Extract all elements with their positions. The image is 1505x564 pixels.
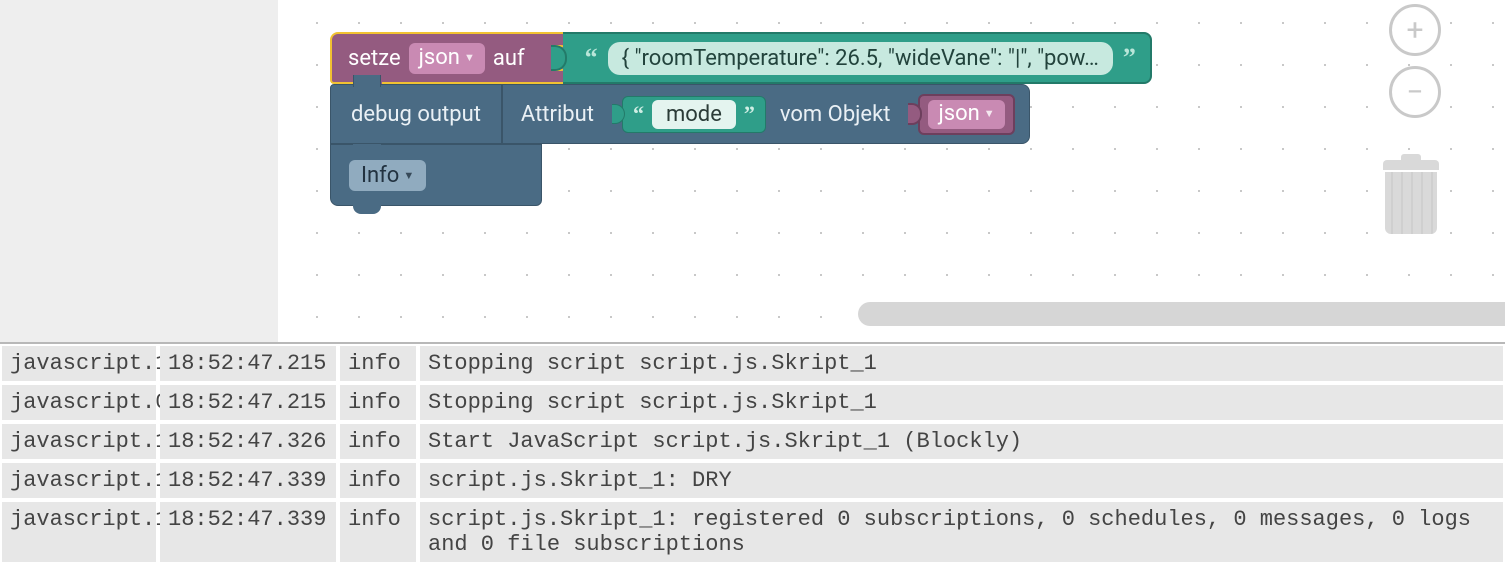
log-level: info xyxy=(340,502,416,562)
set-variable-block[interactable]: setze json ▼ auf “ { "roomTemperature": … xyxy=(330,32,1152,84)
quote-open-icon: “ xyxy=(633,101,644,127)
trash-icon xyxy=(1383,160,1439,170)
zoom-in-button[interactable]: + xyxy=(1389,4,1441,56)
zoom-out-button[interactable]: − xyxy=(1389,66,1441,118)
debug-label: debug output xyxy=(351,102,481,127)
quote-close-icon: ” xyxy=(1123,43,1136,73)
log-source: javascript.1 xyxy=(2,346,156,381)
log-message: script.js.Skript_1: DRY xyxy=(420,463,1503,498)
trash-icon xyxy=(1385,172,1437,234)
toolbox-sidebar[interactable] xyxy=(0,0,278,342)
quote-open-icon: “ xyxy=(585,43,598,73)
chevron-down-icon: ▼ xyxy=(984,107,995,120)
log-row: javascript.1 18:52:47.339 info script.js… xyxy=(0,500,1505,564)
plus-icon: + xyxy=(1406,13,1423,48)
log-source: javascript.1 xyxy=(2,502,156,562)
log-row: javascript.1 18:52:47.215 info Stopping … xyxy=(0,344,1505,383)
attribute-label: Attribut xyxy=(521,102,594,127)
log-message: Start JavaScript script.js.Skript_1 (Blo… xyxy=(420,424,1503,459)
debug-output-block[interactable]: debug output Attribut “ mode ” vom Objek… xyxy=(330,84,1152,144)
log-level-dropdown[interactable]: Info ▼ xyxy=(349,160,426,191)
string-literal-block[interactable]: “ { "roomTemperature": 26.5, "wideVane":… xyxy=(563,32,1152,84)
quote-close-icon: ” xyxy=(744,101,755,127)
editor-area: setze json ▼ auf “ { "roomTemperature": … xyxy=(0,0,1505,342)
set-label-pre: setze xyxy=(348,46,401,71)
log-level: info xyxy=(340,346,416,381)
log-row: javascript.1 18:52:47.326 info Start Jav… xyxy=(0,422,1505,461)
log-timestamp: 18:52:47.215 xyxy=(160,385,336,420)
variable-ref-block[interactable]: json ▼ xyxy=(918,94,1014,135)
chevron-down-icon: ▼ xyxy=(464,51,475,64)
chevron-down-icon: ▼ xyxy=(403,169,414,182)
from-object-label: vom Objekt xyxy=(780,102,891,127)
log-level-value: Info xyxy=(361,163,399,188)
log-timestamp: 18:52:47.339 xyxy=(160,502,336,562)
log-timestamp: 18:52:47.215 xyxy=(160,346,336,381)
attribute-name-input[interactable]: mode xyxy=(652,100,736,129)
trash-button[interactable] xyxy=(1381,160,1441,236)
log-level: info xyxy=(340,463,416,498)
horizontal-scrollbar[interactable] xyxy=(858,302,1505,326)
log-row: javascript.0 18:52:47.215 info Stopping … xyxy=(0,383,1505,422)
log-message: script.js.Skript_1: registered 0 subscri… xyxy=(420,502,1503,562)
log-timestamp: 18:52:47.326 xyxy=(160,424,336,459)
variable-name: json xyxy=(938,101,979,126)
debug-level-block[interactable]: Info ▼ xyxy=(330,144,542,206)
attribute-block[interactable]: Attribut “ mode ” vom Objekt json ▼ xyxy=(502,84,1030,144)
set-label-post: auf xyxy=(493,46,525,71)
attribute-name-block[interactable]: “ mode ” xyxy=(622,96,766,133)
log-row: javascript.1 18:52:47.339 info script.js… xyxy=(0,461,1505,500)
log-source: javascript.0 xyxy=(2,385,156,420)
variable-dropdown[interactable]: json ▼ xyxy=(409,43,485,74)
log-timestamp: 18:52:47.339 xyxy=(160,463,336,498)
string-value-input[interactable]: { "roomTemperature": 26.5, "wideVane": "… xyxy=(608,42,1113,75)
log-message: Stopping script script.js.Skript_1 xyxy=(420,346,1503,381)
log-level: info xyxy=(340,424,416,459)
block-stack: setze json ▼ auf “ { "roomTemperature": … xyxy=(330,32,1152,206)
variable-name: json xyxy=(419,45,460,70)
log-source: javascript.1 xyxy=(2,424,156,459)
log-message: Stopping script script.js.Skript_1 xyxy=(420,385,1503,420)
log-panel: javascript.1 18:52:47.215 info Stopping … xyxy=(0,342,1505,564)
log-source: javascript.1 xyxy=(2,463,156,498)
minus-icon: − xyxy=(1406,75,1423,110)
blockly-workspace[interactable]: setze json ▼ auf “ { "roomTemperature": … xyxy=(278,0,1505,342)
log-level: info xyxy=(340,385,416,420)
